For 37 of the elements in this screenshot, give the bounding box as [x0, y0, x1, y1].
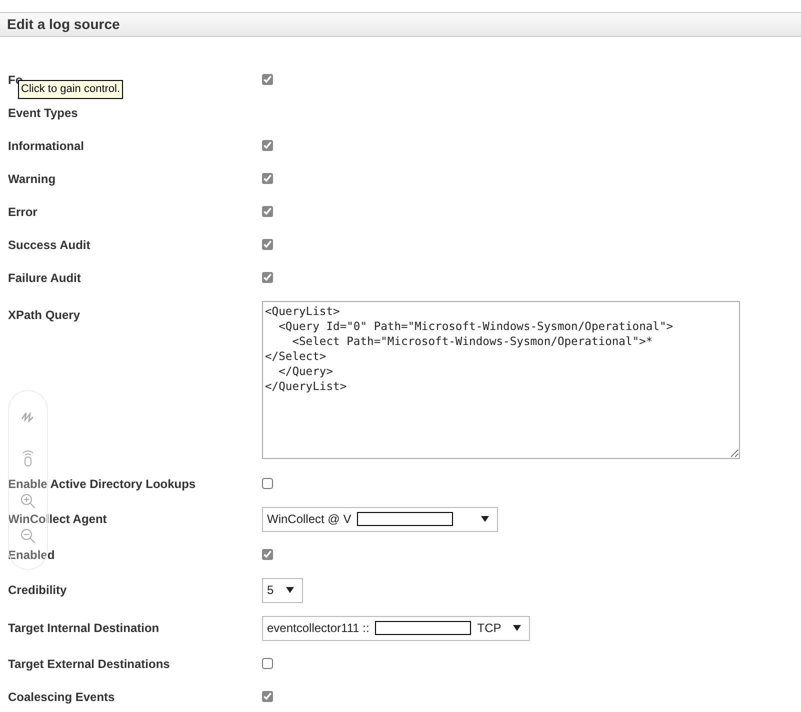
field-label: XPath Query	[8, 308, 80, 322]
dialog-title: Edit a log source	[7, 15, 120, 34]
checkbox[interactable]	[262, 658, 273, 669]
checkbox[interactable]	[262, 549, 273, 560]
checkbox[interactable]	[262, 239, 273, 250]
field-label: Target External Destinations	[8, 656, 170, 670]
dropdown[interactable]: 5	[262, 578, 303, 602]
caret-icon	[513, 625, 522, 631]
checkbox[interactable]	[262, 272, 273, 283]
pen-icon[interactable]	[20, 409, 36, 425]
zoom-out-icon[interactable]	[20, 528, 36, 544]
field-label: Failure Audit	[8, 270, 81, 284]
field-label: Error	[8, 204, 38, 218]
field-label: WinCollect Agent	[8, 512, 107, 526]
mouse-icon[interactable]	[21, 449, 35, 467]
caret-icon	[286, 587, 294, 593]
field-label: Credibility	[8, 583, 67, 597]
checkbox[interactable]	[262, 478, 273, 489]
checkbox[interactable]	[262, 206, 273, 217]
field-label: Enabled	[8, 548, 55, 562]
tooltip: Click to gain control.	[18, 80, 124, 98]
checkbox[interactable]	[262, 173, 273, 184]
checkbox[interactable]	[262, 140, 273, 151]
dropdown[interactable]: WinCollect @ V	[262, 506, 498, 532]
field-label: Coalescing Events	[8, 690, 115, 704]
field-label: Target Internal Destination	[8, 621, 160, 635]
field-label: Warning	[8, 172, 56, 186]
query-text-area[interactable]: <QueryList> <Query Id="0" Path="Microsoft-Windows-Sysmon/Operational"> <Select Path="Microsoft-Windows-Sysmon/Operational">* </Select> </Query> </QueryList>	[262, 301, 740, 459]
field-label: Enable Active Directory Lookups	[8, 476, 196, 490]
dropdown[interactable]: eventcollector111 :: TCP	[262, 616, 530, 640]
checkbox[interactable]	[262, 691, 273, 702]
section-heading: Event Types	[8, 106, 78, 120]
field-label: Informational	[8, 138, 84, 152]
caret-icon	[481, 516, 490, 522]
zoom-in-icon[interactable]	[20, 493, 36, 509]
checkbox[interactable]	[262, 74, 273, 85]
field-label: Success Audit	[8, 238, 90, 252]
